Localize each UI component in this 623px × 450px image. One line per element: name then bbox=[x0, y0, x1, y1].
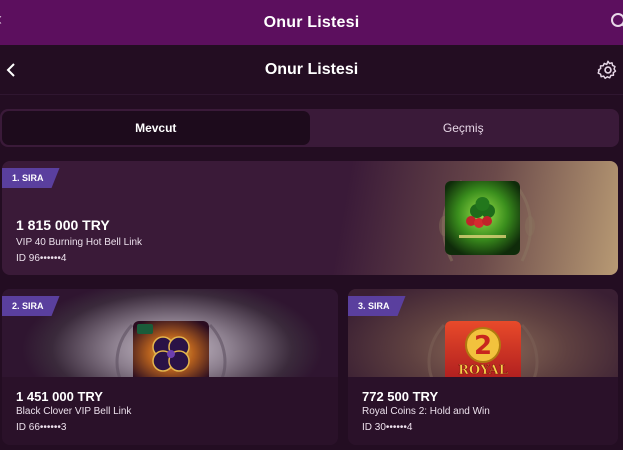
game-name[interactable]: VIP 40 Burning Hot Bell Link bbox=[16, 237, 142, 248]
game-logo-number: 2 bbox=[474, 331, 492, 361]
period-tabs: Mevcut Geçmiş bbox=[0, 109, 619, 147]
user-id: ID 96••••••4 bbox=[16, 253, 67, 264]
top-back-icon[interactable]: ‹ bbox=[0, 9, 2, 30]
leader-card-3[interactable]: 3. SIRA 2 ROYAL 772 500 TRY Royal Coins … bbox=[348, 289, 618, 445]
back-chevron-icon[interactable] bbox=[4, 60, 18, 80]
game-logo-text: ROYAL bbox=[458, 363, 508, 378]
black-clover-game-icon bbox=[133, 321, 209, 379]
prize-amount: 772 500 TRY bbox=[362, 389, 439, 404]
app-bar-title: Onur Listesi bbox=[263, 13, 360, 31]
prize-amount: 1 815 000 TRY bbox=[16, 217, 110, 233]
game-thumbnail[interactable] bbox=[445, 181, 520, 255]
game-thumbnail[interactable]: 2 ROYAL bbox=[445, 321, 521, 379]
user-id: ID 66••••••3 bbox=[16, 422, 67, 433]
game-thumbnail[interactable] bbox=[133, 321, 209, 379]
game-name[interactable]: Black Clover VIP Bell Link bbox=[16, 406, 131, 417]
prize-amount: 1 451 000 TRY bbox=[16, 389, 103, 404]
tab-current[interactable]: Mevcut bbox=[2, 111, 310, 145]
rank-badge: 3. SIRA bbox=[348, 296, 406, 316]
gear-icon[interactable] bbox=[597, 59, 619, 81]
game-name[interactable]: Royal Coins 2: Hold and Win bbox=[362, 406, 490, 417]
top-app-bar: ‹ Onur Listesi bbox=[0, 0, 623, 45]
search-icon[interactable] bbox=[609, 11, 623, 31]
royal-coins-game-icon: 2 ROYAL bbox=[445, 321, 521, 379]
rank-badge: 2. SIRA bbox=[2, 296, 60, 316]
leader-card-2[interactable]: 2. SIRA 1 451 000 TRY Black Clover VIP B… bbox=[2, 289, 338, 445]
page-title: Onur Listesi bbox=[264, 60, 359, 78]
user-id: ID 30••••••4 bbox=[362, 422, 413, 433]
tab-history[interactable]: Geçmiş bbox=[310, 111, 618, 145]
clover-game-icon bbox=[445, 181, 520, 255]
page-header: Onur Listesi bbox=[0, 45, 623, 95]
rank-badge: 1. SIRA bbox=[2, 168, 60, 188]
leader-card-1[interactable]: 1. SIRA 1 815 000 TRY VIP 40 Burning Hot… bbox=[2, 161, 618, 275]
